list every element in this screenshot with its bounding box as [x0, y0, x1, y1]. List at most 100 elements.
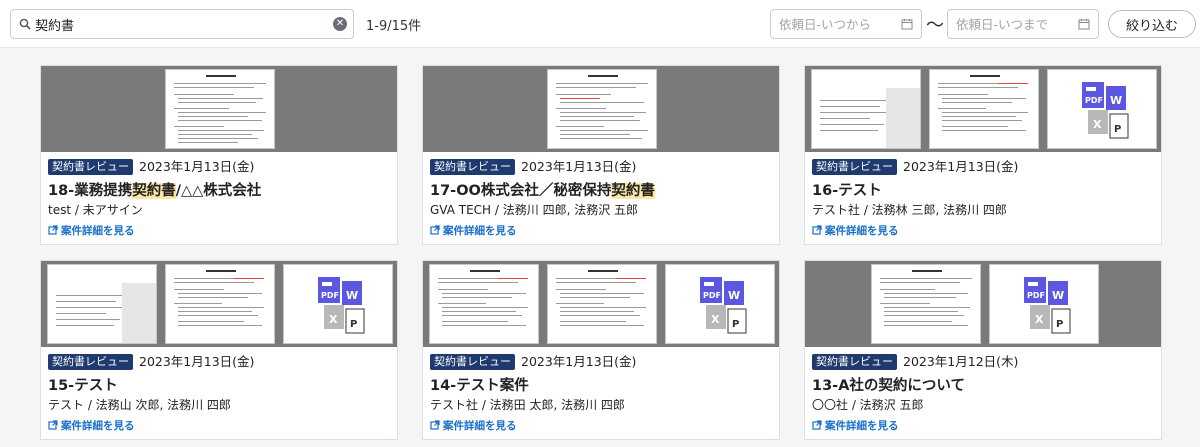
document-page-thumbnail — [871, 264, 981, 344]
case-title[interactable]: 18-業務提携契約書/△△株式会社 — [48, 179, 261, 200]
client-assignees: 〇〇社 / 法務沢 五郎 — [812, 398, 924, 412]
date-to-field[interactable] — [947, 9, 1099, 39]
request-date: 2023年1月12日(木) — [903, 354, 1019, 369]
case-title[interactable]: 13-A社の契約について — [812, 374, 965, 395]
search-input[interactable] — [35, 13, 325, 35]
case-card[interactable]: PDF W X P 契約書レビュー 2023年1月13日(金) 16-テスト テス… — [804, 65, 1162, 245]
filter-button[interactable]: 絞り込む — [1108, 10, 1196, 38]
calendar-icon[interactable] — [1078, 18, 1090, 30]
link-label: 案件詳細を見る — [443, 420, 517, 432]
case-title[interactable]: 15-テスト — [48, 374, 118, 395]
toolbar: ✕ 1-9/15件 〜 絞り込む — [0, 0, 1200, 48]
view-case-details-link[interactable]: 案件詳細を見る — [812, 223, 899, 238]
client-assignees: test / 未アサイン — [48, 203, 143, 217]
view-case-details-link[interactable]: 案件詳細を見る — [430, 418, 517, 433]
document-page-thumbnail — [429, 264, 539, 344]
category-badge: 契約書レビュー — [48, 354, 133, 370]
svg-text:X: X — [1093, 118, 1102, 131]
external-link-icon — [812, 420, 822, 430]
svg-text:W: W — [1110, 94, 1122, 107]
case-title-text: 18-業務提携 — [48, 183, 133, 199]
svg-text:PDF: PDF — [321, 291, 339, 300]
case-title-text: 17-OO株式会社／秘密保持 — [430, 183, 612, 199]
svg-text:X: X — [1035, 313, 1044, 326]
document-page-thumbnail — [47, 264, 157, 344]
svg-text:P: P — [350, 319, 357, 330]
request-date: 2023年1月13日(金) — [139, 354, 255, 369]
request-date: 2023年1月13日(金) — [903, 159, 1019, 174]
link-label: 案件詳細を見る — [825, 225, 899, 237]
case-card[interactable]: PDF W X P 契約書レビュー 2023年1月13日(金) 15-テスト テス… — [40, 260, 398, 440]
view-case-details-link[interactable]: 案件詳細を見る — [48, 418, 135, 433]
case-card[interactable]: 契約書レビュー 2023年1月13日(金) 18-業務提携契約書/△△株式会社 t… — [40, 65, 398, 245]
case-title-text: 14-テスト案件 — [430, 378, 529, 394]
document-preview: PDF W X P — [41, 261, 397, 347]
case-card[interactable]: 契約書レビュー 2023年1月13日(金) 17-OO株式会社／秘密保持契約書 G… — [422, 65, 780, 245]
link-label: 案件詳細を見る — [825, 420, 899, 432]
document-page-thumbnail — [811, 69, 921, 149]
link-label: 案件詳細を見る — [443, 225, 517, 237]
external-link-icon — [430, 225, 440, 235]
category-badge: 契約書レビュー — [812, 159, 897, 175]
search-highlight: 契約書 — [132, 183, 176, 199]
document-page-thumbnail — [165, 69, 275, 149]
file-formats-icon: PDF W X P — [283, 264, 393, 344]
date-from-field[interactable] — [770, 9, 922, 39]
link-label: 案件詳細を見る — [61, 420, 135, 432]
category-badge: 契約書レビュー — [430, 354, 515, 370]
svg-text:P: P — [1114, 124, 1121, 135]
file-formats-icon: PDF W X P — [1047, 69, 1157, 149]
calendar-icon[interactable] — [901, 18, 913, 30]
request-date: 2023年1月13日(金) — [139, 159, 255, 174]
case-card[interactable]: PDF W X P 契約書レビュー 2023年1月12日(木) 13-A社の契約に… — [804, 260, 1162, 440]
case-title[interactable]: 16-テスト — [812, 179, 882, 200]
file-formats-icon: PDF W X P — [665, 264, 775, 344]
svg-text:PDF: PDF — [703, 291, 721, 300]
category-badge: 契約書レビュー — [812, 354, 897, 370]
svg-text:P: P — [1056, 319, 1063, 330]
category-badge: 契約書レビュー — [48, 159, 133, 175]
result-count: 1-9/15件 — [366, 19, 422, 34]
document-preview: PDF W X P — [423, 261, 779, 347]
clear-icon[interactable]: ✕ — [333, 17, 347, 31]
request-date: 2023年1月13日(金) — [521, 159, 637, 174]
svg-text:PDF: PDF — [1085, 96, 1103, 105]
case-title[interactable]: 14-テスト案件 — [430, 374, 529, 395]
search-icon — [19, 18, 31, 30]
external-link-icon — [48, 225, 58, 235]
document-preview — [423, 66, 779, 152]
document-preview: PDF W X P — [805, 261, 1161, 347]
case-title-text: 15-テスト — [48, 378, 118, 394]
document-preview: PDF W X P — [805, 66, 1161, 152]
client-assignees: テスト / 法務山 次郎, 法務川 四郎 — [48, 398, 231, 412]
client-assignees: テスト社 / 法務田 太郎, 法務川 四郎 — [430, 398, 625, 412]
date-separator: 〜 — [926, 15, 944, 36]
svg-text:X: X — [711, 313, 720, 326]
category-badge: 契約書レビュー — [430, 159, 515, 175]
search-box[interactable]: ✕ — [10, 9, 354, 39]
svg-text:W: W — [1052, 289, 1064, 302]
svg-text:PDF: PDF — [1027, 291, 1045, 300]
view-case-details-link[interactable]: 案件詳細を見る — [48, 223, 135, 238]
external-link-icon — [48, 420, 58, 430]
client-assignees: テスト社 / 法務林 三郎, 法務川 四郎 — [812, 203, 1007, 217]
request-date: 2023年1月13日(金) — [521, 354, 637, 369]
svg-text:W: W — [346, 289, 358, 302]
date-from-input[interactable] — [779, 14, 897, 34]
document-page-thumbnail — [929, 69, 1039, 149]
date-to-input[interactable] — [956, 14, 1074, 34]
svg-text:X: X — [329, 313, 338, 326]
document-page-thumbnail — [547, 69, 657, 149]
case-title[interactable]: 17-OO株式会社／秘密保持契約書 — [430, 179, 655, 200]
client-assignees: GVA TECH / 法務川 四郎, 法務沢 五郎 — [430, 203, 639, 217]
document-preview — [41, 66, 397, 152]
case-title-text: 13-A社の契約について — [812, 378, 965, 394]
case-title-text: /△△株式会社 — [175, 183, 262, 199]
view-case-details-link[interactable]: 案件詳細を見る — [430, 223, 517, 238]
case-card[interactable]: PDF W X P 契約書レビュー 2023年1月13日(金) 14-テスト案件 … — [422, 260, 780, 440]
svg-text:W: W — [728, 289, 740, 302]
case-title-text: 16-テスト — [812, 183, 882, 199]
view-case-details-link[interactable]: 案件詳細を見る — [812, 418, 899, 433]
search-highlight: 契約書 — [611, 183, 655, 199]
file-formats-icon: PDF W X P — [989, 264, 1099, 344]
